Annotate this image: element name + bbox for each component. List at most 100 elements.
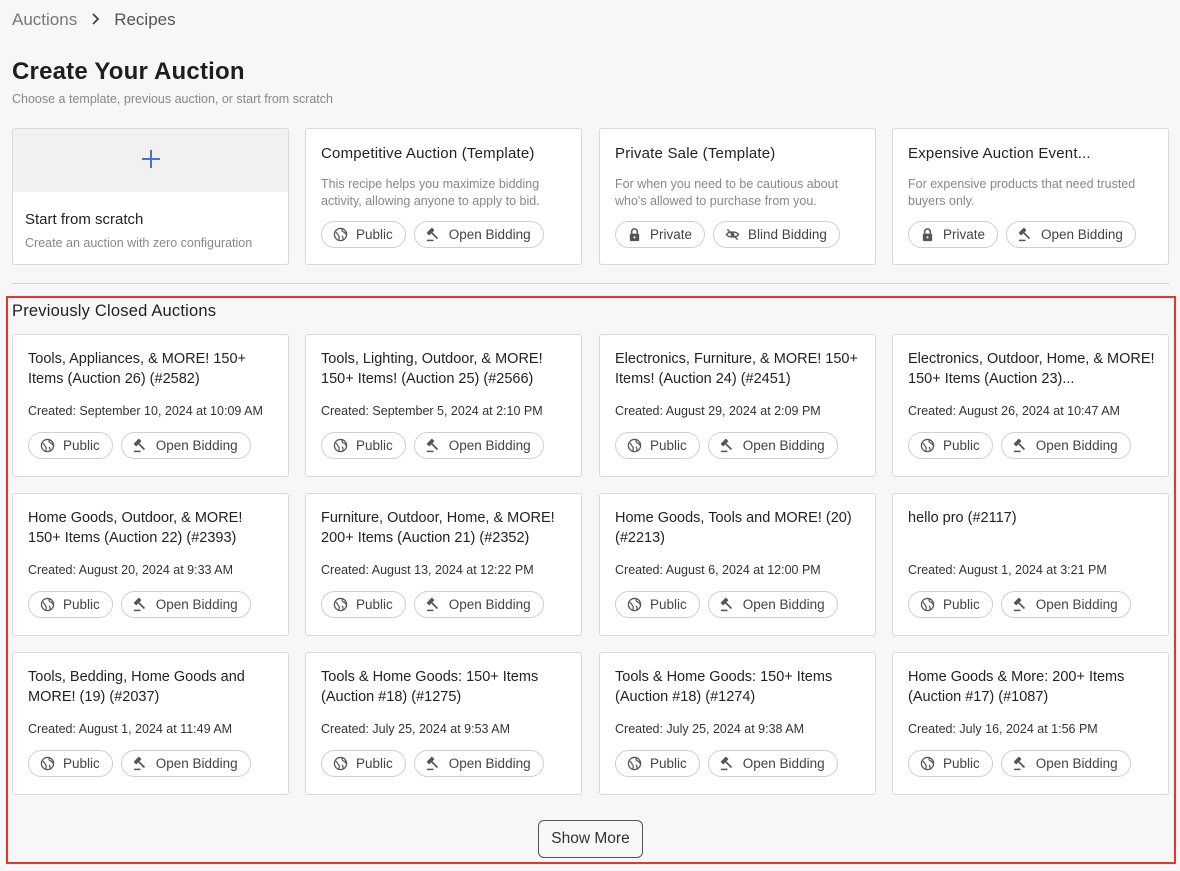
tag-chips: Private Open Bidding bbox=[908, 221, 1136, 248]
gavel-icon bbox=[1018, 227, 1033, 242]
gavel-icon bbox=[720, 597, 735, 612]
auction-title: Home Goods, Tools and MORE! (20) (#2213) bbox=[615, 510, 852, 546]
auction-card[interactable]: Furniture, Outdoor, Home, & MORE! 200+ I… bbox=[305, 493, 582, 636]
gavel-icon bbox=[133, 438, 148, 453]
eye-off-icon bbox=[725, 227, 740, 242]
auction-created-date: Created: August 20, 2024 at 9:33 AM bbox=[28, 563, 234, 577]
template-card[interactable]: Private Sale (Template) For when you nee… bbox=[599, 128, 876, 265]
gavel-icon bbox=[1013, 597, 1028, 612]
visibility-label: Public bbox=[650, 438, 687, 453]
globe-icon bbox=[920, 438, 935, 453]
visibility-label: Public bbox=[356, 597, 393, 612]
auction-created-date: Created: September 10, 2024 at 10:09 AM bbox=[28, 404, 263, 418]
bidding-chip: Open Bidding bbox=[120, 750, 251, 777]
tag-chips: Public Open Bidding bbox=[908, 432, 1131, 459]
auction-card[interactable]: Tools, Appliances, & MORE! 150+ Items (A… bbox=[12, 334, 289, 477]
auction-card[interactable]: Tools & Home Goods: 150+ Items (Auction … bbox=[305, 652, 582, 795]
tag-chips: Public Open Bidding bbox=[615, 591, 838, 618]
visibility-label: Private bbox=[650, 227, 693, 242]
globe-icon bbox=[40, 756, 55, 771]
visibility-label: Public bbox=[63, 438, 100, 453]
globe-icon bbox=[627, 756, 642, 771]
auction-created-date: Created: August 26, 2024 at 10:47 AM bbox=[908, 404, 1120, 418]
visibility-label: Public bbox=[650, 597, 687, 612]
bidding-label: Open Bidding bbox=[1035, 438, 1118, 453]
visibility-label: Public bbox=[943, 756, 980, 771]
bidding-label: Open Bidding bbox=[155, 438, 238, 453]
page-title: Create Your Auction bbox=[12, 58, 245, 85]
gavel-icon bbox=[720, 756, 735, 771]
auction-title: Furniture, Outdoor, Home, & MORE! 200+ I… bbox=[321, 510, 555, 546]
auction-card[interactable]: Tools, Lighting, Outdoor, & MORE! 150+ I… bbox=[305, 334, 582, 477]
visibility-label: Public bbox=[63, 756, 100, 771]
visibility-chip: Public bbox=[908, 591, 993, 618]
auction-card[interactable]: Electronics, Furniture, & MORE! 150+ Ite… bbox=[599, 334, 876, 477]
breadcrumb-auctions-link[interactable]: Auctions bbox=[12, 10, 77, 30]
visibility-label: Public bbox=[356, 227, 393, 242]
auction-title: Electronics, Furniture, & MORE! 150+ Ite… bbox=[615, 351, 858, 387]
visibility-label: Public bbox=[943, 438, 980, 453]
visibility-chip: Public bbox=[908, 432, 993, 459]
visibility-chip: Private bbox=[615, 221, 706, 248]
auction-card[interactable]: Home Goods, Tools and MORE! (20) (#2213)… bbox=[599, 493, 876, 636]
template-card[interactable]: Expensive Auction Event... For expensive… bbox=[892, 128, 1169, 265]
globe-icon bbox=[920, 597, 935, 612]
template-card[interactable]: Competitive Auction (Template) This reci… bbox=[305, 128, 582, 265]
tag-chips: Public Open Bidding bbox=[321, 591, 544, 618]
auction-card[interactable]: Home Goods, Outdoor, & MORE! 150+ Items … bbox=[12, 493, 289, 636]
auction-card[interactable]: Electronics, Outdoor, Home, & MORE! 150+… bbox=[892, 334, 1169, 477]
tag-chips: Private Blind Bidding bbox=[615, 221, 840, 248]
auction-title: Electronics, Outdoor, Home, & MORE! 150+… bbox=[908, 351, 1155, 387]
bidding-label: Open Bidding bbox=[742, 438, 825, 453]
bidding-label: Open Bidding bbox=[742, 756, 825, 771]
bidding-chip: Open Bidding bbox=[707, 432, 838, 459]
tag-chips: Public Open Bidding bbox=[28, 750, 251, 777]
gavel-icon bbox=[1013, 756, 1028, 771]
bidding-label: Blind Bidding bbox=[748, 227, 827, 242]
section-divider bbox=[12, 283, 1169, 284]
auction-created-date: Created: August 1, 2024 at 3:21 PM bbox=[908, 563, 1107, 577]
auction-card[interactable]: Tools & Home Goods: 150+ Items (Auction … bbox=[599, 652, 876, 795]
gavel-icon bbox=[133, 597, 148, 612]
visibility-chip: Public bbox=[321, 221, 406, 248]
auction-created-date: Created: August 1, 2024 at 11:49 AM bbox=[28, 722, 233, 736]
bidding-label: Open Bidding bbox=[448, 227, 531, 242]
auction-card[interactable]: hello pro (#2117) Created: August 1, 202… bbox=[892, 493, 1169, 636]
visibility-chip: Public bbox=[908, 750, 993, 777]
template-title: Competitive Auction (Template) bbox=[321, 145, 535, 162]
gavel-icon bbox=[426, 756, 441, 771]
show-more-button[interactable]: Show More bbox=[538, 820, 643, 858]
gavel-icon bbox=[133, 756, 148, 771]
bidding-chip: Open Bidding bbox=[413, 750, 544, 777]
scratch-description: Create an auction with zero configuratio… bbox=[25, 236, 253, 250]
bidding-chip: Open Bidding bbox=[1006, 221, 1136, 248]
auction-card[interactable]: Home Goods & More: 200+ Items (Auction #… bbox=[892, 652, 1169, 795]
start-from-scratch-card[interactable]: Start from scratch Create an auction wit… bbox=[12, 128, 289, 265]
bidding-chip: Open Bidding bbox=[413, 591, 544, 618]
globe-icon bbox=[40, 597, 55, 612]
template-title: Private Sale (Template) bbox=[615, 145, 776, 162]
bidding-label: Open Bidding bbox=[448, 597, 531, 612]
template-title: Expensive Auction Event... bbox=[908, 145, 1091, 162]
template-description: For when you need to be cautious about w… bbox=[615, 177, 839, 208]
globe-icon bbox=[627, 597, 642, 612]
visibility-chip: Public bbox=[28, 432, 113, 459]
scratch-header bbox=[13, 129, 288, 192]
auction-title: Tools & Home Goods: 150+ Items (Auction … bbox=[321, 669, 539, 705]
tag-chips: Public Open Bidding bbox=[615, 432, 838, 459]
auction-title: Home Goods & More: 200+ Items (Auction #… bbox=[908, 669, 1125, 705]
visibility-label: Public bbox=[943, 597, 980, 612]
gavel-icon bbox=[426, 597, 441, 612]
auction-card[interactable]: Tools, Bedding, Home Goods and MORE! (19… bbox=[12, 652, 289, 795]
auction-title: Tools & Home Goods: 150+ Items (Auction … bbox=[615, 669, 833, 705]
visibility-chip: Private bbox=[908, 221, 999, 248]
visibility-label: Public bbox=[356, 438, 393, 453]
visibility-chip: Public bbox=[615, 591, 700, 618]
closed-auctions-title: Previously Closed Auctions bbox=[12, 302, 217, 320]
auction-created-date: Created: August 6, 2024 at 12:00 PM bbox=[615, 563, 821, 577]
auction-created-date: Created: August 29, 2024 at 2:09 PM bbox=[615, 404, 821, 418]
auction-title: Tools, Bedding, Home Goods and MORE! (19… bbox=[28, 669, 245, 705]
bidding-chip: Open Bidding bbox=[120, 432, 251, 459]
tag-chips: Public Open Bidding bbox=[908, 591, 1131, 618]
auction-title: hello pro (#2117) bbox=[908, 510, 1017, 526]
